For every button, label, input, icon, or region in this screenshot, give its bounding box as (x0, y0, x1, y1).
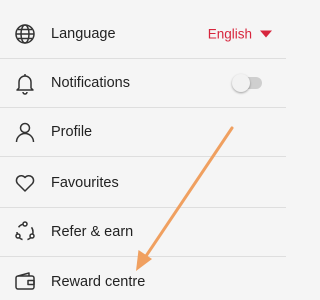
settings-row-profile[interactable]: Profile (0, 108, 286, 157)
wallet-icon (13, 270, 37, 294)
language-label: Language (51, 26, 116, 42)
heart-icon (13, 171, 37, 195)
settings-row-reward-centre[interactable]: Reward centre (0, 257, 286, 300)
settings-row-favourites[interactable]: Favourites (0, 159, 286, 208)
language-selector[interactable]: English (208, 27, 272, 42)
person-icon (13, 120, 37, 144)
notifications-label: Notifications (51, 75, 130, 91)
notifications-toggle[interactable] (232, 74, 262, 92)
toggle-knob (232, 74, 250, 92)
language-value: English (207, 26, 252, 42)
caret-down-icon (260, 30, 272, 38)
settings-row-notifications[interactable]: Notifications (0, 59, 286, 108)
globe-icon (13, 22, 37, 46)
settings-screen: Language English Notifications Profile F… (0, 0, 286, 300)
settings-row-language[interactable]: Language English (0, 10, 286, 59)
bell-icon (13, 71, 37, 95)
reward-centre-label: Reward centre (51, 273, 146, 290)
share-icon (13, 220, 37, 244)
settings-row-refer-earn[interactable]: Refer & earn (0, 208, 286, 257)
refer-earn-label: Refer & earn (51, 224, 134, 240)
favourites-label: Favourites (51, 175, 119, 191)
profile-label: Profile (51, 124, 93, 140)
